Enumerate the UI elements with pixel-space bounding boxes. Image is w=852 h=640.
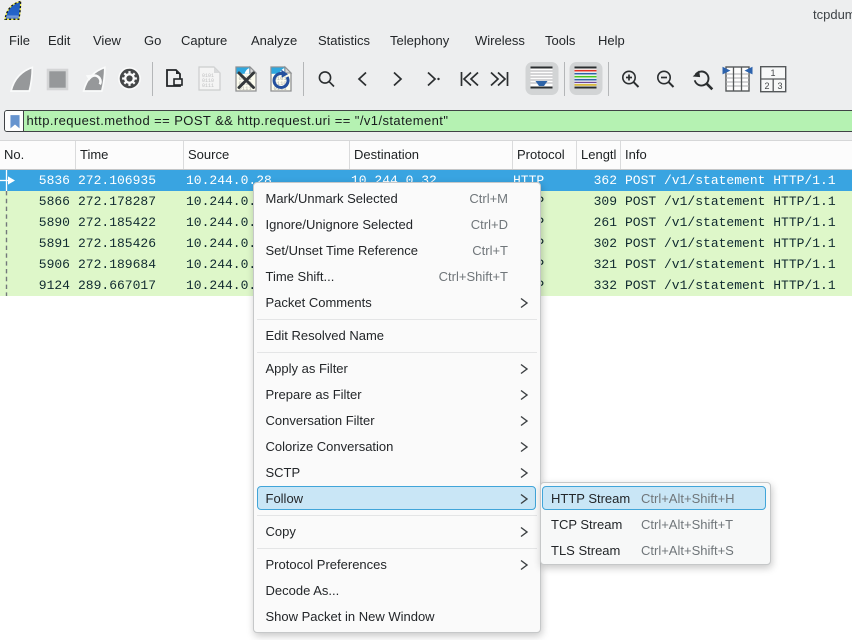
svg-text:1: 1 bbox=[771, 68, 776, 78]
svg-text:0111: 0111 bbox=[202, 83, 214, 89]
svg-text:2: 2 bbox=[765, 81, 770, 91]
svg-text:3: 3 bbox=[778, 81, 783, 91]
